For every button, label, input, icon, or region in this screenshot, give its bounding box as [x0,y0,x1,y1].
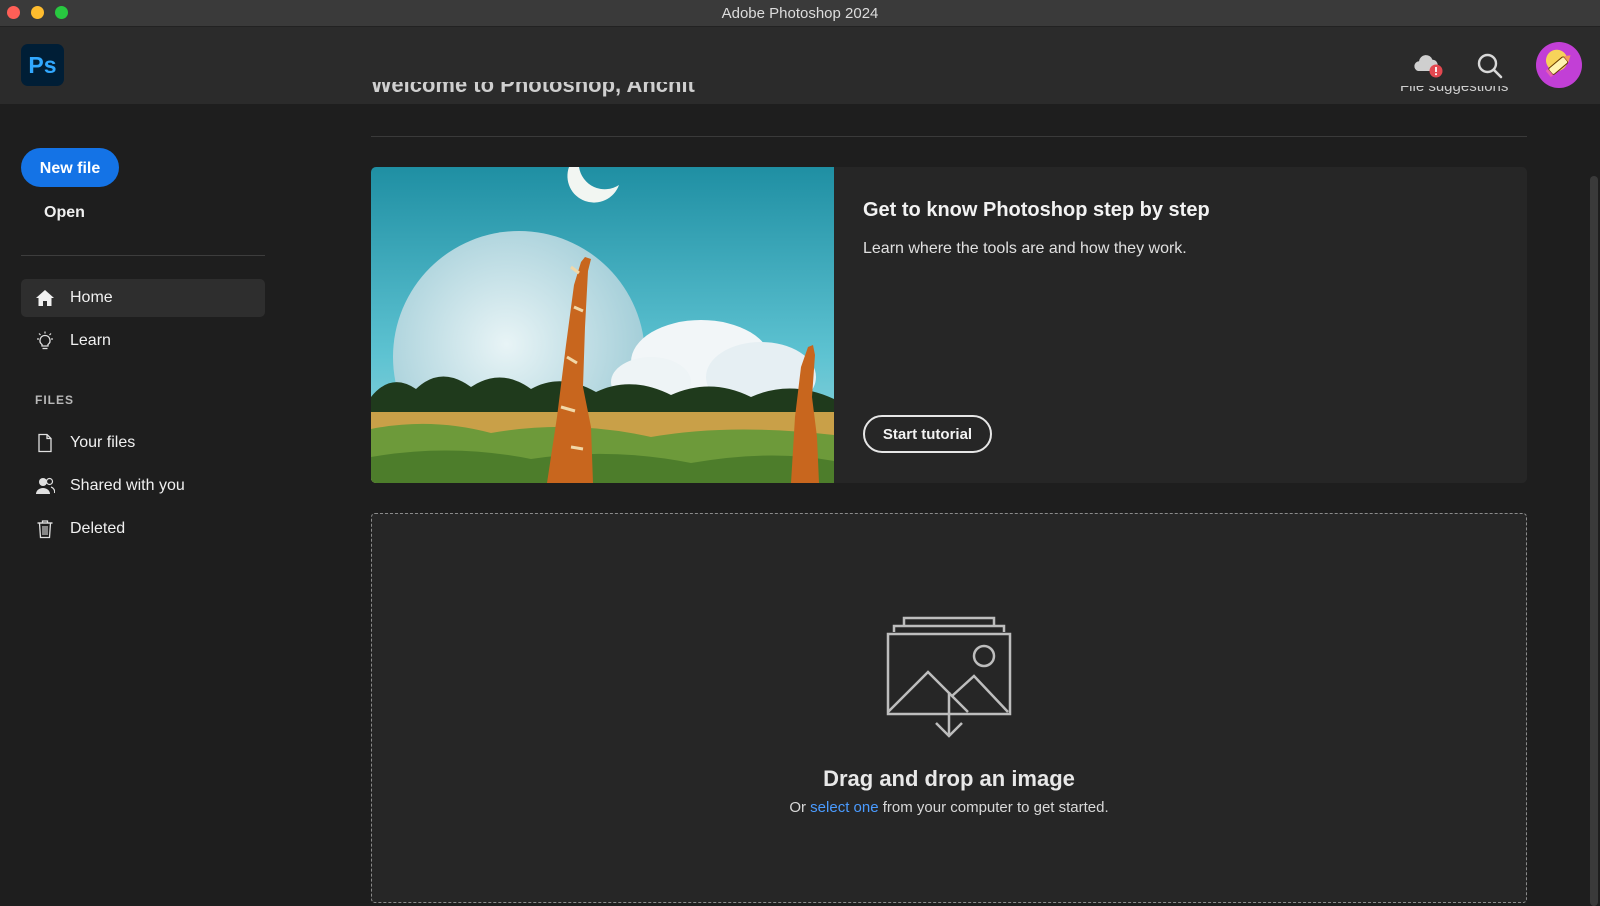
sidebar-item-label: Home [70,289,113,306]
file-suggestions-label: File suggestions [1400,86,1509,95]
avatar[interactable] [1536,42,1582,88]
image-upload-icon [886,616,1012,738]
welcome-text: Welcome to Photoshop, Anchit [371,82,695,97]
files-section-heading: FILES [35,393,75,407]
people-icon [36,477,55,494]
sidebar-item-your-files[interactable]: Your files [21,424,265,462]
app-header: Ps [0,27,1600,104]
title-bar: Adobe Photoshop 2024 [0,0,1600,27]
sidebar-item-deleted[interactable]: Deleted [21,510,265,548]
home-icon [36,290,54,306]
sidebar-item-shared-with-you[interactable]: Shared with you [21,467,265,505]
dropzone-subtitle-prefix: Or [789,799,811,816]
sidebar-item-label: Shared with you [70,477,185,494]
welcome-heading: Welcome to Photoshop, Anchit [371,82,695,104]
cloud-status-button[interactable] [1412,51,1444,81]
sidebar-item-home[interactable]: Home [21,279,265,317]
scrollbar-thumb[interactable] [1590,176,1598,906]
tutorial-card: Get to know Photoshop step by step Learn… [371,167,1527,483]
image-dropzone[interactable]: Drag and drop an image Or select one fro… [371,513,1527,903]
window-title: Adobe Photoshop 2024 [721,5,879,22]
start-tutorial-button[interactable]: Start tutorial [863,415,992,453]
tutorial-title: Get to know Photoshop step by step [863,199,1210,221]
select-file-link[interactable]: select one [810,799,878,816]
trash-icon [37,520,53,539]
new-file-button[interactable]: New file [21,148,119,187]
file-suggestions-toggle[interactable]: File suggestions [1400,86,1508,104]
main-scrollbar[interactable] [1588,104,1600,906]
sidebar-item-label: Deleted [70,520,126,537]
dropzone-title: Drag and drop an image [823,766,1075,791]
sidebar-item-learn[interactable]: Learn [21,322,265,360]
document-icon [38,433,52,453]
cloud-status-icon [1414,55,1443,78]
main-divider [371,136,1527,137]
search-icon [1477,53,1503,79]
dropzone-subtitle: Or select one from your computer to get … [372,799,1526,816]
sidebar-item-label: Your files [70,434,136,451]
search-button[interactable] [1475,51,1505,81]
sidebar-divider [21,255,265,256]
pencil-avatar-icon [1545,55,1571,78]
sidebar: New file Open Home Learn FILES Your file… [0,104,300,906]
lightbulb-icon [37,331,53,350]
photoshop-logo[interactable]: Ps [21,44,64,86]
open-button[interactable]: Open [44,204,85,222]
giraffe-moon-image [371,167,834,483]
sidebar-item-label: Learn [70,332,111,349]
tutorial-description: Learn where the tools are and how they w… [863,240,1187,257]
dropzone-subtitle-suffix: from your computer to get started. [878,799,1109,816]
